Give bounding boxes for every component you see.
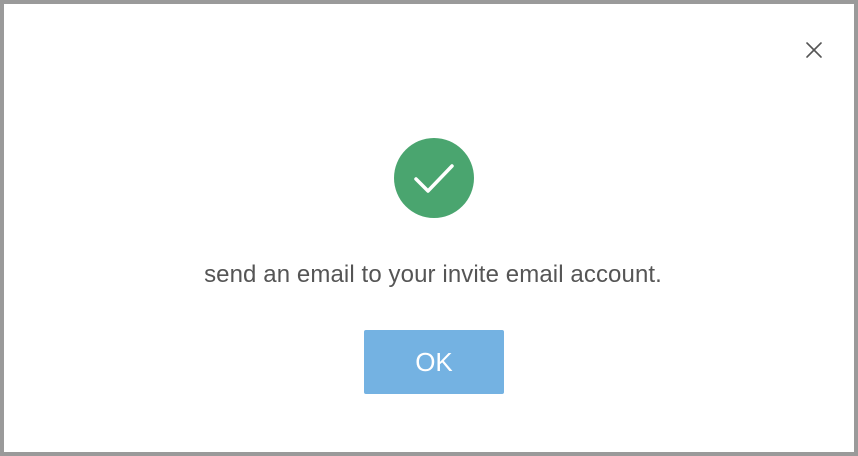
dialog-message: send an email to your invite email accou… (204, 261, 662, 288)
close-button[interactable] (802, 38, 826, 62)
check-circle-icon (394, 138, 474, 218)
success-dialog: send an email to your invite email accou… (0, 0, 858, 456)
close-icon (806, 42, 822, 58)
ok-button[interactable]: OK (364, 330, 504, 394)
